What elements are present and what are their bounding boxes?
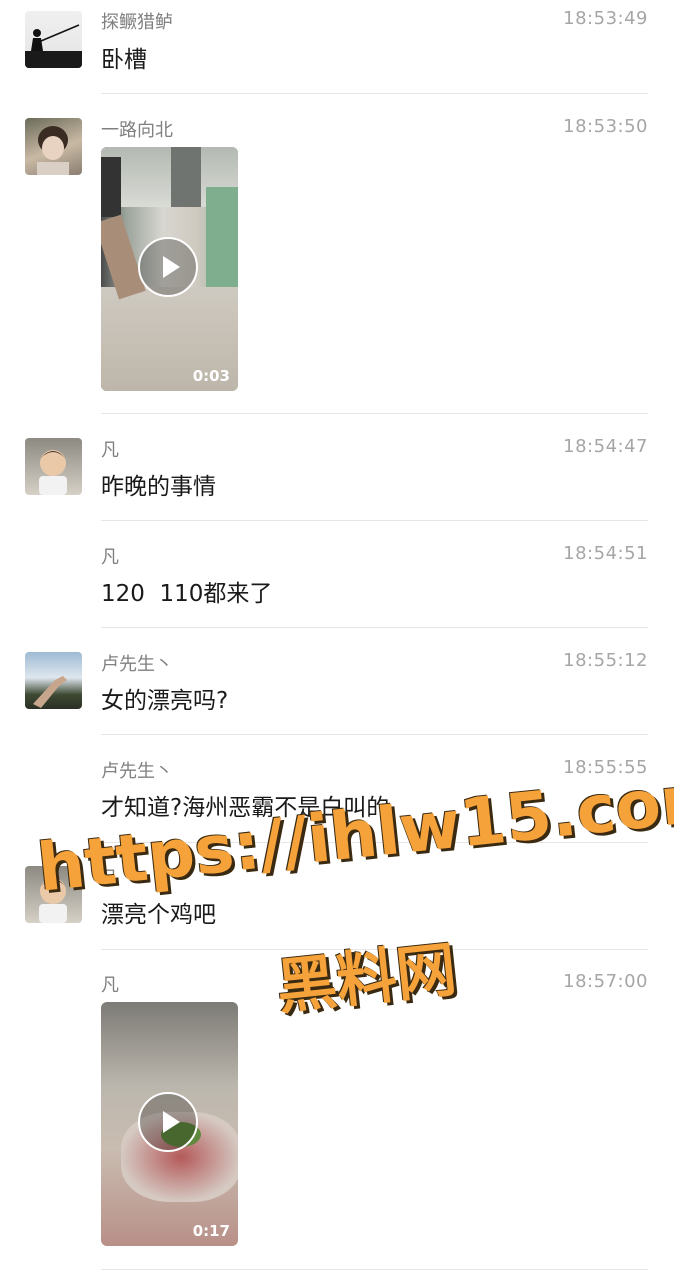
message-text[interactable]: 卧槽 bbox=[101, 40, 147, 74]
video-message[interactable]: 0:03 bbox=[101, 147, 238, 391]
message-text[interactable]: 120 110都来了 bbox=[101, 574, 272, 608]
avatar[interactable] bbox=[25, 438, 82, 495]
play-icon[interactable] bbox=[138, 237, 198, 297]
sender-name: 卢先生丶 bbox=[101, 761, 173, 782]
watermark-url: https://ihlw15.com bbox=[33, 757, 674, 907]
message-text[interactable]: 女的漂亮吗? bbox=[101, 681, 228, 715]
video-message[interactable]: 0:17 bbox=[101, 1002, 238, 1246]
avatar[interactable] bbox=[25, 118, 82, 175]
divider bbox=[101, 520, 648, 521]
sender-name: 探鳜猎鲈 bbox=[101, 12, 173, 33]
divider bbox=[101, 93, 648, 94]
timestamp: 18:54:51 bbox=[563, 543, 648, 564]
divider bbox=[101, 627, 648, 628]
timestamp: 18:57:00 bbox=[563, 971, 648, 992]
play-icon[interactable] bbox=[138, 1092, 198, 1152]
message-text[interactable]: 漂亮个鸡吧 bbox=[101, 895, 216, 929]
timestamp: 18:53:49 bbox=[563, 8, 648, 29]
timestamp: 18:55:12 bbox=[563, 650, 648, 671]
video-duration: 0:03 bbox=[192, 367, 230, 385]
divider bbox=[101, 1269, 648, 1270]
sender-name: 卢先生丶 bbox=[101, 654, 173, 675]
message-text[interactable]: 昨晚的事情 bbox=[101, 467, 216, 501]
avatar[interactable] bbox=[25, 652, 82, 709]
video-duration: 0:17 bbox=[192, 1222, 230, 1240]
divider bbox=[101, 734, 648, 735]
timestamp: 18:53:50 bbox=[563, 116, 648, 137]
divider bbox=[101, 413, 648, 414]
watermark-label: 黑料网 bbox=[273, 934, 460, 1024]
timestamp: 18:54:47 bbox=[563, 436, 648, 457]
avatar[interactable] bbox=[25, 11, 82, 68]
sender-name: 凡 bbox=[101, 547, 119, 568]
sender-name: 凡 bbox=[101, 440, 119, 461]
sender-name: 凡 bbox=[101, 975, 119, 996]
sender-name: 一路向北 bbox=[101, 120, 173, 141]
